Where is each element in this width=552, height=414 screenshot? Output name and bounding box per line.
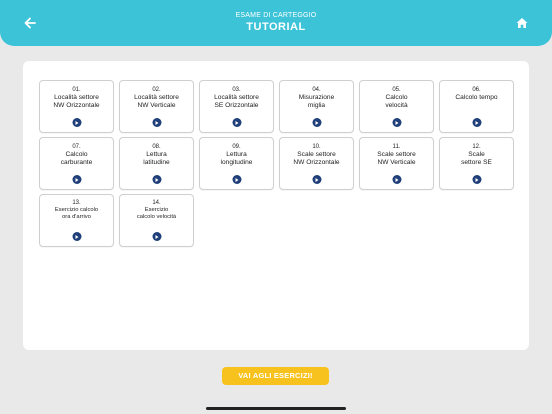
play-icon[interactable]: [232, 175, 241, 184]
tutorial-card-label: 04. Misurazione miglia: [282, 86, 351, 110]
tutorial-card-label: 14. Esercizio calcolo velocità: [122, 200, 191, 222]
tutorial-card-title: Calcolo velocità: [385, 94, 408, 109]
play-icon[interactable]: [152, 232, 161, 241]
tutorial-card-label: 08. Lettura latitudine: [122, 143, 191, 167]
tutorial-card-02[interactable]: 02. Località settore NW Verticale: [119, 80, 194, 133]
tutorial-card-number: 06.: [472, 87, 481, 93]
tutorial-card-title: Scale settore SE: [461, 151, 492, 166]
play-icon[interactable]: [152, 175, 161, 184]
tutorial-card-number: 03.: [232, 87, 241, 93]
tutorial-card-label: 13. Esercizio calcolo ora d'arrivo: [42, 200, 111, 222]
tutorial-card-label: 01. Località settore NW Orizzontale: [42, 86, 111, 110]
tutorial-card-title: Scale settore NW Orizzontale: [293, 151, 340, 166]
play-icon[interactable]: [312, 118, 321, 127]
tutorial-card-number: 14.: [152, 200, 161, 206]
tutorial-card-label: 03. Località settore SE Orizzontale: [202, 86, 271, 110]
tutorial-card-title: Località settore NW Orizzontale: [53, 94, 100, 109]
tutorial-card-label: 02. Località settore NW Verticale: [122, 86, 191, 110]
tutorial-card-04[interactable]: 04. Misurazione miglia: [279, 80, 354, 133]
tutorial-card-11[interactable]: 11. Scale settore NW Verticale: [359, 137, 434, 190]
tutorial-card-number: 07.: [72, 144, 81, 150]
tutorial-card-title: Calcolo carburante: [60, 151, 93, 166]
tutorial-card-number: 02.: [152, 87, 161, 93]
tutorial-card-05[interactable]: 05. Calcolo velocità: [359, 80, 434, 133]
play-icon[interactable]: [392, 118, 401, 127]
play-icon[interactable]: [72, 232, 81, 241]
tutorial-card-title: Esercizio calcolo velocità: [136, 207, 177, 221]
tutorial-card-06[interactable]: 06. Calcolo tempo: [439, 80, 514, 133]
tutorial-card-number: 09.: [232, 144, 241, 150]
tutorial-card-title: Località settore NW Verticale: [134, 94, 179, 109]
tutorial-card-title: Esercizio calcolo ora d'arrivo: [54, 207, 99, 221]
play-icon[interactable]: [232, 118, 241, 127]
tutorial-card-label: 11. Scale settore NW Verticale: [362, 143, 431, 167]
tutorial-card-14[interactable]: 14. Esercizio calcolo velocità: [119, 194, 194, 247]
header-bar: ESAME DI CARTEGGIO TUTORIAL: [0, 0, 552, 46]
tutorial-card-label: 07. Calcolo carburante: [42, 143, 111, 167]
tutorial-card-title: Calcolo tempo: [455, 94, 498, 101]
play-icon[interactable]: [72, 118, 81, 127]
tutorial-card-number: 13.: [72, 200, 81, 206]
play-icon[interactable]: [392, 175, 401, 184]
tutorial-card-09[interactable]: 09. Lettura longitudine: [199, 137, 274, 190]
tutorial-card-label: 06. Calcolo tempo: [442, 86, 511, 102]
play-icon[interactable]: [472, 118, 481, 127]
tutorial-card-12[interactable]: 12. Scale settore SE: [439, 137, 514, 190]
tutorial-card-label: 10. Scale settore NW Orizzontale: [282, 143, 351, 167]
tutorial-card-label: 12. Scale settore SE: [442, 143, 511, 167]
header-subtitle: ESAME DI CARTEGGIO: [235, 12, 317, 19]
play-icon[interactable]: [472, 175, 481, 184]
tutorial-card-label: 09. Lettura longitudine: [202, 143, 271, 167]
tutorial-card-number: 10.: [312, 144, 321, 150]
home-button[interactable]: [512, 13, 532, 33]
tutorial-card-title: Lettura longitudine: [220, 151, 253, 166]
tutorial-card-10[interactable]: 10. Scale settore NW Orizzontale: [279, 137, 354, 190]
go-to-exercises-button[interactable]: VAI AGLI ESERCIZI!: [222, 367, 329, 385]
tutorial-grid: 01. Località settore NW Orizzontale 02. Loc…: [39, 80, 514, 247]
play-icon[interactable]: [152, 118, 161, 127]
play-icon[interactable]: [72, 175, 81, 184]
home-icon: [516, 18, 528, 28]
tutorial-card-number: 01.: [72, 87, 81, 93]
tutorial-card-title: Località settore SE Orizzontale: [214, 94, 259, 109]
page-title: TUTORIAL: [246, 21, 306, 33]
tutorial-card-number: 08.: [152, 144, 161, 150]
tutorial-card-07[interactable]: 07. Calcolo carburante: [39, 137, 114, 190]
play-icon[interactable]: [312, 175, 321, 184]
tutorial-card-number: 05.: [392, 87, 401, 93]
tutorial-card-title: Lettura latitudine: [143, 151, 170, 166]
tutorial-card-number: 04.: [312, 87, 321, 93]
tutorial-card-03[interactable]: 03. Località settore SE Orizzontale: [199, 80, 274, 133]
tutorial-card-08[interactable]: 08. Lettura latitudine: [119, 137, 194, 190]
tutorial-card-label: 05. Calcolo velocità: [362, 86, 431, 110]
tutorial-card-title: Misurazione miglia: [298, 94, 335, 109]
tutorial-card-number: 12.: [472, 144, 481, 150]
tutorial-card-13[interactable]: 13. Esercizio calcolo ora d'arrivo: [39, 194, 114, 247]
tutorial-card-01[interactable]: 01. Località settore NW Orizzontale: [39, 80, 114, 133]
tutorial-card-title: Scale settore NW Verticale: [377, 151, 416, 166]
tutorial-card-number: 11.: [392, 144, 401, 150]
tutorial-panel: 01. Località settore NW Orizzontale 02. Loc…: [23, 61, 529, 350]
home-indicator: [206, 407, 346, 410]
